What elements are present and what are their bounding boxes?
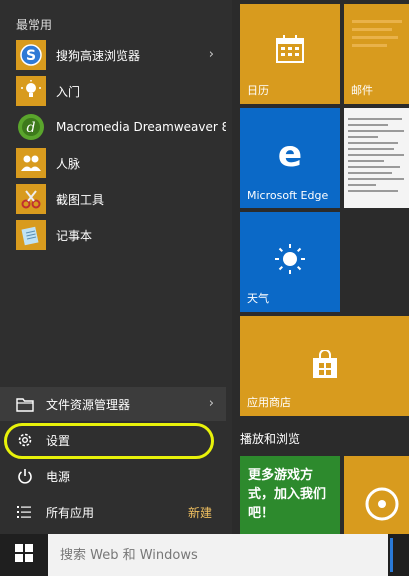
people-icon [16,148,46,178]
app-label: 人脉 [56,156,81,171]
app-label: 搜狗高速浏览器 [56,48,141,63]
tile-microsoft-edge[interactable]: e Microsoft Edge [240,108,340,208]
tile-label: 应用商店 [247,396,291,409]
games-promo-text: 更多游戏方式，加入我们吧！ [248,468,327,521]
search-box-edge [388,534,409,576]
tile-label: 邮件 [351,84,373,97]
app-item-get-started[interactable]: 入门 [16,76,226,106]
svg-text:d: d [27,120,36,136]
tile-label: 日历 [247,84,269,97]
app-item-dreamweaver[interactable]: d Macromedia Dreamweaver 8 [16,112,226,142]
start-menu-left-pane: 最常用 S 搜狗高速浏览器 › 入门 d Macromedia Dreamwea… [0,0,232,534]
new-badge: 新建 [187,505,212,520]
start-button[interactable] [0,534,48,576]
power-icon [14,468,36,484]
folder-icon [14,396,36,412]
file-explorer-label: 文件资源管理器 [46,397,131,412]
tile-mail[interactable]: 邮件 [344,4,409,104]
tile-games[interactable]: 更多游戏方式，加入我们吧！ [240,456,340,534]
tile-calendar[interactable]: 日历 [240,4,340,104]
app-item-sogou-browser[interactable]: S 搜狗高速浏览器 › [16,40,226,70]
list-icon [14,504,36,520]
app-item-snipping-tool[interactable]: 截图工具 [16,184,226,214]
notepad-icon [16,220,46,250]
tile-news-photo[interactable] [344,108,409,208]
power-item[interactable]: 电源 [0,459,226,493]
calendar-icon [240,34,340,64]
tile-music[interactable] [344,456,409,534]
tile-store[interactable]: 应用商店 [240,316,409,416]
tile-label: 天气 [247,292,269,305]
store-bag-icon [240,350,409,380]
taskbar [0,534,409,576]
tile-label: Microsoft Edge [247,189,329,202]
gear-icon [14,431,36,449]
app-item-notepad[interactable]: 记事本 [16,220,226,250]
news-image [344,108,409,208]
all-apps-label: 所有应用 [46,505,95,520]
most-used-heading: 最常用 [16,18,53,32]
sun-icon [240,242,340,276]
lightbulb-icon [16,76,46,106]
chevron-right-icon[interactable]: › [209,47,214,62]
tile-weather[interactable]: 天气 [240,212,340,312]
power-label: 电源 [46,469,71,484]
windows-logo-icon [15,544,33,566]
settings-item[interactable]: 设置 [0,423,226,457]
all-apps-item[interactable]: 所有应用 新建 [0,495,226,529]
app-label: 入门 [56,84,81,99]
app-label: 截图工具 [56,192,105,207]
music-disc-icon [364,486,400,522]
file-explorer-item[interactable]: 文件资源管理器 › [0,387,226,421]
chevron-right-icon[interactable]: › [209,396,214,411]
search-input[interactable] [48,534,388,576]
tile-group-title: 播放和浏览 [240,432,301,446]
app-label: Macromedia Dreamweaver 8 [56,120,226,134]
app-label: 记事本 [56,228,93,243]
scissors-icon [16,184,46,214]
mail-preview [344,16,409,88]
settings-label: 设置 [46,433,71,448]
sogou-browser-icon: S [16,40,46,70]
edge-icon: e [240,136,340,170]
dreamweaver-icon: d [16,112,46,142]
svg-text:S: S [26,48,36,64]
svg-text:e: e [278,136,302,170]
app-item-people[interactable]: 人脉 [16,148,226,178]
